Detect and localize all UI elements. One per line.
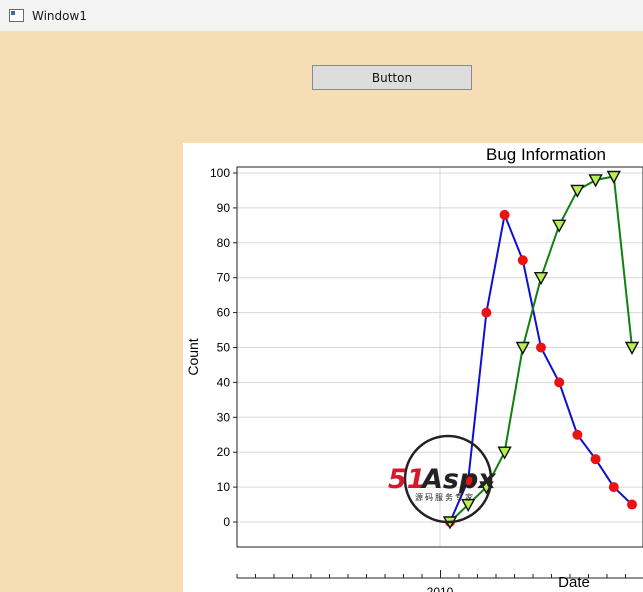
watermark-logo: 51 Aspx 源码服务专家: [388, 434, 497, 524]
data-point-triangle: [570, 184, 585, 198]
main-button[interactable]: Button: [312, 65, 472, 90]
svg-text:51: 51: [388, 464, 426, 495]
data-point-circle: [554, 377, 565, 388]
window-client-area: Button 0 10 20 30 40 50 60 70 80 90 100 2010 Bug I…: [0, 31, 643, 592]
y-tick-label: 0: [223, 515, 230, 529]
y-tick-label: 70: [217, 271, 231, 285]
data-point-triangle: [533, 271, 549, 286]
y-tick-label: 80: [217, 236, 231, 250]
y-axis-ticks: 0 10 20 30 40 50 60 70 80 90 100: [210, 166, 237, 529]
svg-text:源码服务专家: 源码服务专家: [415, 492, 475, 502]
y-tick-label: 30: [217, 410, 231, 424]
window-app-icon: [9, 9, 24, 22]
y-tick-label: 100: [210, 166, 230, 180]
data-point-circle: [499, 209, 510, 220]
data-point-circle: [627, 499, 637, 510]
y-tick-label: 20: [217, 445, 231, 459]
x-axis-label: Date: [558, 574, 590, 591]
svg-text:Aspx: Aspx: [420, 464, 497, 495]
data-point-triangle: [552, 219, 567, 233]
data-point-circle: [572, 429, 583, 440]
data-point-circle: [517, 255, 528, 266]
y-tick-label: 10: [217, 480, 231, 494]
title-bar[interactable]: Window1: [0, 0, 643, 32]
data-point-circle: [608, 482, 619, 493]
y-axis-label: Count: [185, 338, 201, 375]
chart-panel: 0 10 20 30 40 50 60 70 80 90 100 2010 Bug Informat…: [183, 143, 643, 592]
data-point-triangle: [588, 174, 603, 188]
window-title: Window1: [32, 8, 87, 23]
y-tick-label: 60: [217, 306, 231, 320]
data-point-circle: [481, 307, 492, 318]
bug-chart: 0 10 20 30 40 50 60 70 80 90 100 2010 Bug Informat…: [185, 145, 643, 592]
y-tick-label: 40: [217, 375, 231, 389]
y-tick-label: 50: [217, 341, 231, 355]
data-point-circle: [590, 454, 601, 465]
data-point-circle: [536, 342, 546, 353]
chart-title: Bug Information: [486, 145, 606, 164]
y-tick-label: 90: [217, 201, 231, 215]
x-tick-label: 2010: [427, 585, 454, 592]
